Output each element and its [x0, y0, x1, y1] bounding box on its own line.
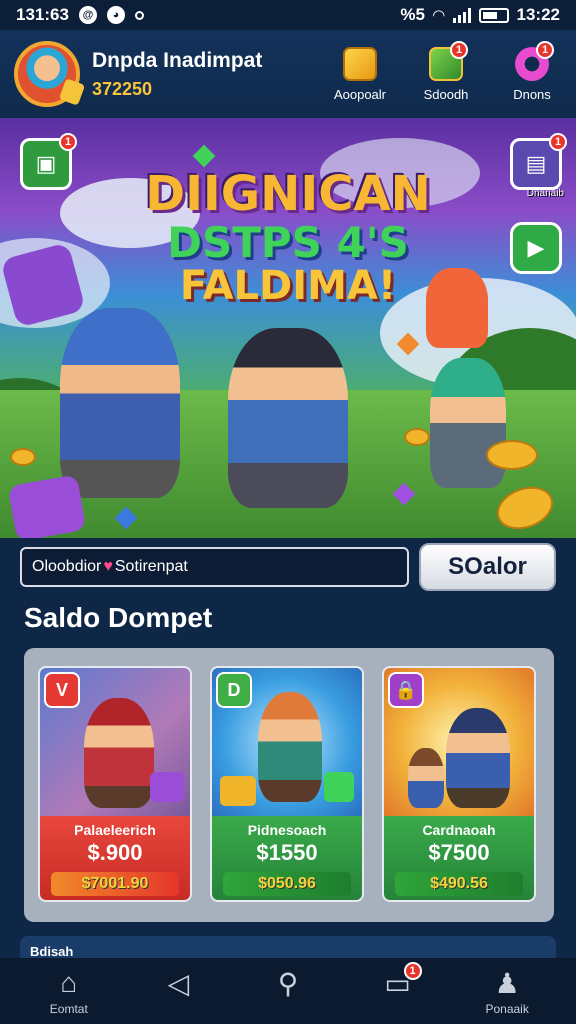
- cat-app-icon: ◕: [106, 6, 125, 24]
- bottom-nav: ⌂ Eomtat ◁ ⚲ ▭ 1 ♟ Ponaaik: [0, 958, 576, 1024]
- hero-knight-character: [60, 308, 180, 498]
- card-buy-button[interactable]: $7001.90: [51, 872, 179, 896]
- notification-badge: 1: [549, 133, 567, 151]
- profile-icon: ♟: [494, 967, 520, 999]
- notification-icon: @: [78, 6, 97, 24]
- pirate-character: [84, 698, 154, 808]
- gold-coin: [10, 448, 36, 466]
- notification-badge: 1: [403, 962, 422, 980]
- banner-left-gift-button[interactable]: ▣ 1: [20, 133, 77, 190]
- wallet-card[interactable]: D Pidnesoach $1550 $050.96: [210, 666, 364, 902]
- strip-label: Bdisah: [30, 944, 74, 959]
- search-row: Oloobdior ♥ Sotirenpat SOalor: [0, 538, 576, 596]
- coin-balance: 372250: [92, 78, 153, 99]
- banner-title-line1: DIIGNICAN: [145, 166, 431, 222]
- adventurer-character: [446, 708, 510, 808]
- event-banner[interactable]: DIIGNICAN DSTPS 4'S FALDIMA! ▣ 1 ▤ 1 Dna…: [0, 118, 576, 540]
- notification-badge: 1: [536, 40, 554, 59]
- header-button-label: Aoopoalr: [333, 86, 387, 102]
- card-name: Palaeleerich: [74, 822, 156, 838]
- hero-green-hair-character: [430, 358, 506, 488]
- section-title: Saldo Dompet: [24, 602, 213, 633]
- banner-title: DIIGNICAN DSTPS 4'S FALDIMA!: [0, 166, 576, 309]
- card-name: Pidnesoach: [247, 822, 327, 838]
- card-buy-button[interactable]: $490.56: [395, 872, 523, 896]
- signal-label: %5: [400, 5, 425, 24]
- card-name: Cardnaoah: [422, 822, 496, 838]
- card-footer: Pidnesoach $1550 $050.96: [212, 816, 362, 900]
- card-buy-button[interactable]: $050.96: [223, 872, 351, 896]
- banner-right-chest-button[interactable]: ▤ 1: [510, 133, 567, 190]
- username: Dnpda Inadimpat: [92, 48, 263, 72]
- notification-badge: 1: [450, 40, 468, 59]
- notification-badge: 1: [59, 133, 77, 151]
- treasure-chest: [220, 776, 256, 806]
- card-price: $1550: [256, 840, 318, 865]
- header-button-gift[interactable]: Aoopoalr: [330, 46, 390, 102]
- header-button-chest[interactable]: 1 Sdoodh: [416, 40, 476, 102]
- green-gem: [192, 144, 216, 168]
- status-time-left: 131:63: [16, 5, 69, 24]
- heart-icon: ♥: [103, 558, 113, 575]
- nav-profile[interactable]: ♟ Ponaaik: [467, 966, 547, 1017]
- back-triangle-icon: ◁: [167, 967, 190, 999]
- record-dot-icon: [134, 10, 144, 20]
- search-button[interactable]: SOalor: [419, 543, 556, 591]
- home-icon: ⌂: [60, 967, 78, 998]
- purple-gem-block: [7, 474, 87, 540]
- header-button-label: Dnons: [513, 86, 551, 102]
- play-icon: ▶: [527, 235, 545, 260]
- search-text-part2: Sotirenpat: [114, 558, 188, 575]
- chest-icon: ▤: [525, 151, 547, 176]
- avatar[interactable]: [14, 41, 80, 107]
- status-bar: 131:63 @ ◕ %5 ◠ 13:22: [0, 0, 576, 30]
- wallet-card[interactable]: V Palaeleerich $.900 $7001.90: [38, 666, 192, 902]
- banner-title-line3: FALDIMA!: [179, 263, 397, 309]
- header-button-label: Sdoodh: [423, 86, 469, 102]
- gift-box-icon: [343, 46, 377, 81]
- hero-fighter-character: [228, 328, 348, 508]
- wallet-card[interactable]: 🔒 Cardnaoah $7500 $490.56: [382, 666, 536, 902]
- profile-header: Dnpda Inadimpat 372250 Aoopoalr 1 Sdoodh…: [0, 30, 576, 118]
- card-tag-icon: V: [44, 672, 80, 708]
- gold-coin: [404, 428, 430, 446]
- banner-right-label: Dnanaib: [526, 188, 564, 199]
- signal-bars-icon: [452, 7, 471, 23]
- nav-label: Ponaaik: [485, 1002, 529, 1016]
- gift-box-icon: ▣: [35, 151, 57, 176]
- wallet-cards: V Palaeleerich $.900 $7001.90 D Pidnesoa…: [24, 648, 554, 922]
- card-artwork: D: [212, 668, 362, 816]
- banner-title-line2: DSTPS 4'S: [167, 218, 409, 267]
- gold-coin: [486, 440, 538, 470]
- warrior-character: [258, 692, 322, 802]
- card-price: $7500: [428, 840, 490, 865]
- green-gem-block: [324, 772, 354, 802]
- card-tag-icon: D: [216, 672, 252, 708]
- header-button-settings[interactable]: 1 Dnons: [502, 40, 562, 102]
- card-price: $.900: [87, 840, 143, 865]
- card-footer: Cardnaoah $7500 $490.56: [384, 816, 534, 900]
- nav-back[interactable]: ◁: [138, 966, 218, 1016]
- card-artwork: V: [40, 668, 190, 816]
- nav-chat[interactable]: ▭ 1: [358, 962, 438, 1016]
- search-text-part1: Oloobdior: [32, 558, 102, 575]
- card-footer: Palaeleerich $.900 $7001.90: [40, 816, 190, 900]
- banner-play-button[interactable]: ▶: [510, 222, 562, 274]
- nav-search[interactable]: ⚲: [248, 966, 328, 1016]
- nav-home[interactable]: ⌂ Eomtat: [29, 966, 109, 1016]
- small-companion-character: [408, 748, 444, 808]
- search-icon: ⚲: [277, 967, 299, 999]
- battery-icon: [478, 7, 509, 23]
- dragon-character: [426, 268, 488, 348]
- search-input[interactable]: Oloobdior ♥ Sotirenpat: [20, 547, 410, 587]
- nav-label: Eomtat: [49, 1002, 88, 1016]
- status-time-right: 13:22: [516, 5, 560, 24]
- card-artwork: 🔒: [384, 668, 534, 816]
- wifi-icon: ◠: [432, 7, 445, 24]
- lock-icon: 🔒: [388, 672, 424, 708]
- purple-gem-block: [150, 772, 184, 802]
